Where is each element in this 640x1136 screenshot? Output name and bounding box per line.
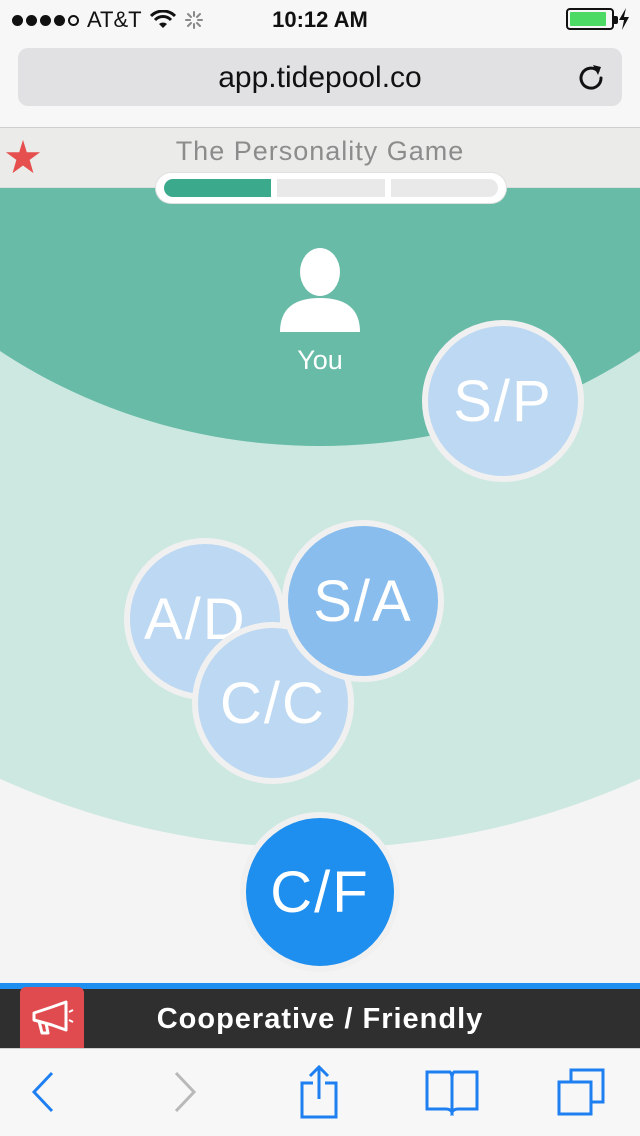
selected-trait-label: Cooperative / Friendly — [156, 1003, 484, 1035]
progress-step — [277, 179, 385, 197]
megaphone-icon — [32, 1000, 74, 1035]
address-bar[interactable]: app.tidepool.co — [18, 48, 622, 106]
url-text[interactable]: app.tidepool.co — [18, 61, 622, 95]
bookmarks-button[interactable] — [424, 1067, 480, 1117]
bookmarks-icon — [425, 1070, 479, 1116]
game-title: The Personality Game — [175, 136, 465, 166]
trait-bubble-label: S/P — [453, 368, 553, 434]
back-icon — [31, 1071, 54, 1113]
charging-bolt-icon — [619, 8, 629, 30]
you-marker: You — [270, 246, 370, 376]
battery-icon — [566, 8, 618, 30]
clock: 10:12 AM — [272, 7, 368, 32]
browser-address-area: app.tidepool.co — [0, 40, 640, 128]
share-button[interactable] — [294, 1065, 344, 1119]
trait-bubble-label: S/A — [313, 568, 413, 634]
share-icon — [300, 1065, 338, 1119]
game-board: You S/P A/D C/C S/A C/F — [0, 188, 640, 983]
status-right — [566, 8, 630, 30]
status-bar: AT&T 10:12 AM — [0, 0, 640, 40]
progress-bar — [156, 173, 506, 203]
forward-button[interactable] — [160, 1067, 210, 1117]
tabs-button[interactable] — [556, 1067, 606, 1117]
you-label: You — [297, 345, 343, 375]
reload-icon[interactable] — [576, 62, 606, 92]
trait-bubble-label: C/F — [270, 859, 370, 925]
progress-step — [390, 179, 498, 197]
trait-bubble-cf[interactable]: C/F — [240, 812, 400, 972]
tabs-icon — [557, 1068, 605, 1116]
megaphone-button[interactable] — [20, 987, 84, 1049]
trait-bubble-label: C/C — [220, 670, 326, 736]
progress-step — [164, 179, 272, 197]
forward-icon — [174, 1071, 197, 1113]
selected-trait-bar: Cooperative / Friendly — [0, 983, 640, 1049]
trait-bubble-sa[interactable]: S/A — [282, 520, 444, 682]
trait-bubble-sp[interactable]: S/P — [422, 320, 584, 482]
back-button[interactable] — [18, 1067, 68, 1117]
browser-toolbar — [0, 1048, 640, 1136]
user-avatar-icon — [280, 248, 360, 332]
